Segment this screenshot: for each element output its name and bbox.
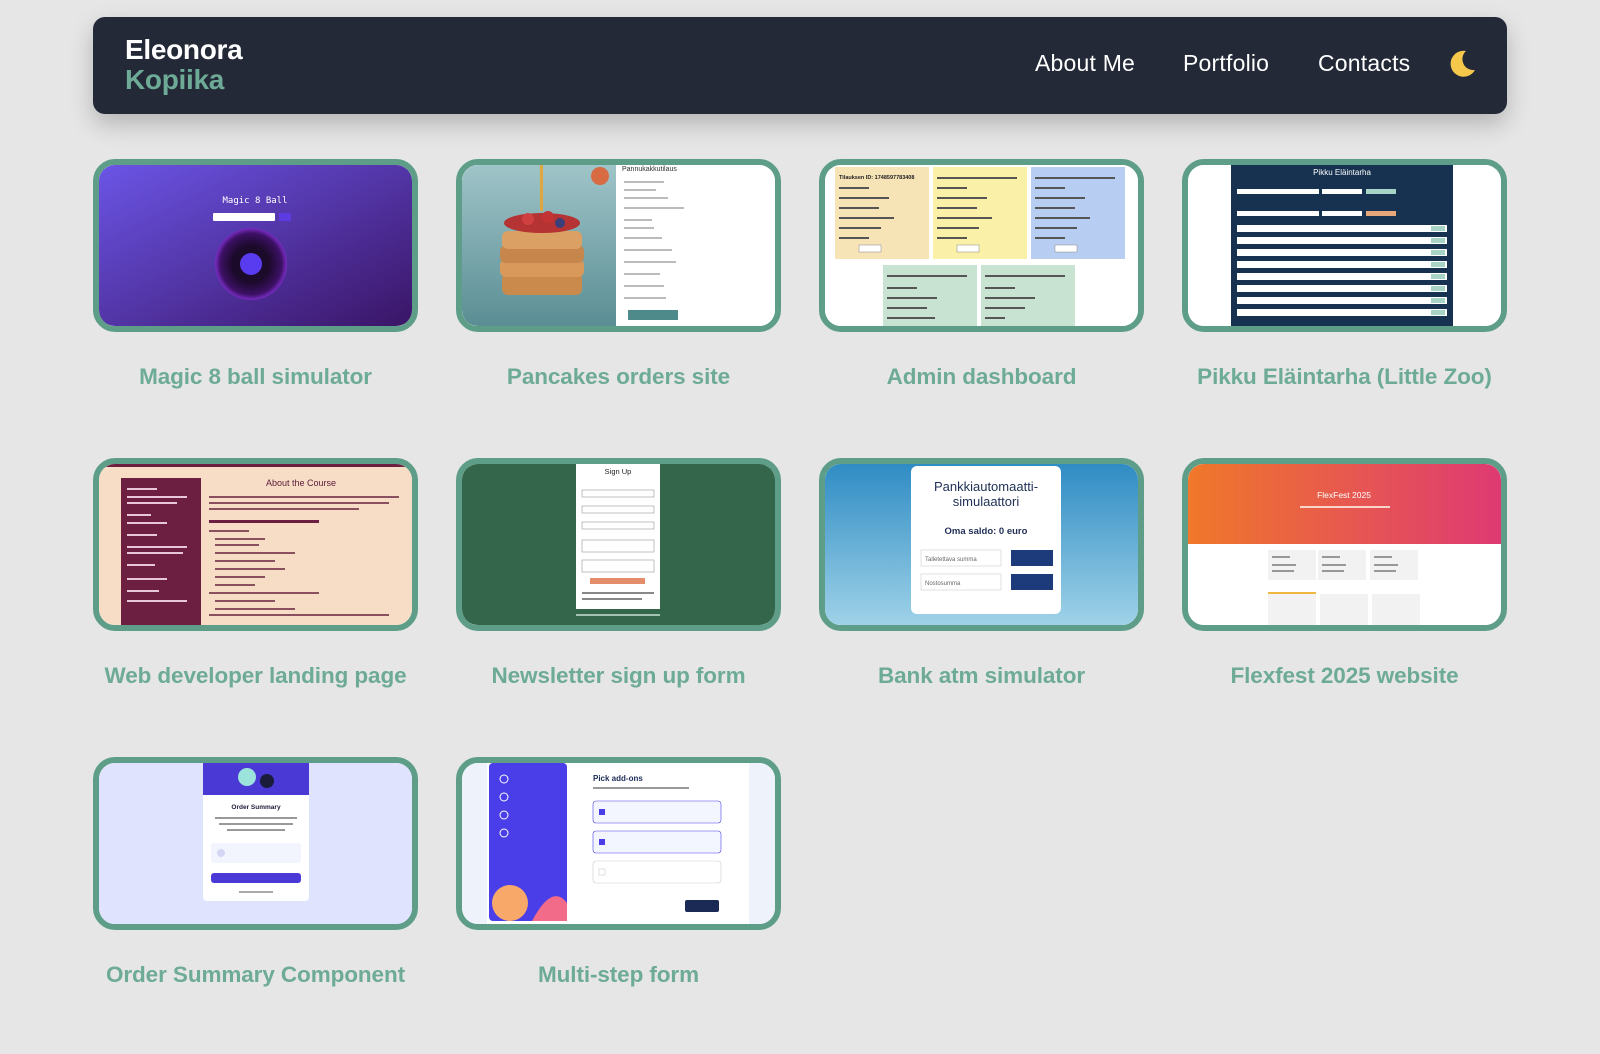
magic-8-ball-preview: Magic 8 Ball xyxy=(99,165,412,326)
nav-link-about[interactable]: About Me xyxy=(1035,50,1135,77)
project-title[interactable]: Newsletter sign up form xyxy=(436,663,801,689)
newsletter-preview: Sign Up xyxy=(462,464,775,625)
project-card-flexfest[interactable]: FlexFest 2025 Flexfest 2025 website xyxy=(1182,458,1507,688)
brand-logo[interactable]: Eleonora Kopiika xyxy=(125,34,243,95)
thumb-balance: Oma saldo: 0 euro xyxy=(945,526,1028,537)
project-title[interactable]: Magic 8 ball simulator xyxy=(73,364,438,390)
brand-first-name: Eleonora xyxy=(125,34,243,65)
project-card-pancakes[interactable]: Pannukakkutilaus Pancakes orders site xyxy=(456,159,781,389)
project-card-newsletter[interactable]: Sign Up Newsletter sign up form xyxy=(456,458,781,688)
project-title[interactable]: Web developer landing page xyxy=(73,663,438,689)
top-navbar: Eleonora Kopiika About Me Portfolio Cont… xyxy=(93,17,1507,114)
project-thumbnail[interactable]: Tilauksen ID: 1748597783408 xyxy=(819,159,1144,332)
thumb-heading: Sign Up xyxy=(605,467,632,476)
project-thumbnail[interactable]: About the Course xyxy=(93,458,418,631)
thumb-heading-line2: simulaattori xyxy=(953,494,1020,509)
project-title[interactable]: Order Summary Component xyxy=(73,962,438,988)
web-dev-landing-preview: About the Course xyxy=(99,464,412,625)
project-title[interactable]: Admin dashboard xyxy=(799,364,1164,390)
thumb-heading: About the Course xyxy=(266,478,336,488)
withdraw-label: Nostosumma xyxy=(925,581,961,587)
project-title[interactable]: Multi-step form xyxy=(436,962,801,988)
project-thumbnail[interactable]: FlexFest 2025 xyxy=(1182,458,1507,631)
project-card-web-dev-landing[interactable]: About the Course Web developer landing p… xyxy=(93,458,418,688)
deposit-label: Talletettava summa xyxy=(925,557,977,563)
project-card-magic-8-ball[interactable]: Magic 8 Ball Magic 8 ball simulator xyxy=(93,159,418,389)
thumb-heading: Pannukakkutilaus xyxy=(622,166,677,173)
little-zoo-preview: Pikku Eläintarha xyxy=(1188,165,1501,326)
order-summary-preview: Order Summary xyxy=(99,763,412,924)
nav-link-portfolio[interactable]: Portfolio xyxy=(1183,50,1269,77)
pancakes-preview: Pannukakkutilaus xyxy=(462,165,775,326)
admin-dashboard-preview: Tilauksen ID: 1748597783408 xyxy=(825,165,1138,326)
thumb-heading: Magic 8 Ball xyxy=(222,196,287,206)
project-card-bank-atm[interactable]: Pankkiautomaatti- simulaattori Oma saldo… xyxy=(819,458,1144,688)
project-title[interactable]: Pancakes orders site xyxy=(436,364,801,390)
bank-atm-preview: Pankkiautomaatti- simulaattori Oma saldo… xyxy=(825,464,1138,625)
nav-link-contacts[interactable]: Contacts xyxy=(1318,50,1410,77)
project-title[interactable]: Pikku Eläintarha (Little Zoo) xyxy=(1162,364,1527,390)
thumb-heading: FlexFest 2025 xyxy=(1317,490,1371,500)
project-thumbnail[interactable]: Pick add-ons xyxy=(456,757,781,930)
project-title[interactable]: Bank atm simulator xyxy=(799,663,1164,689)
flexfest-preview: FlexFest 2025 xyxy=(1188,464,1501,625)
project-thumbnail[interactable]: Pikku Eläintarha xyxy=(1182,159,1507,332)
project-thumbnail[interactable]: Order Summary xyxy=(93,757,418,930)
brand-last-name: Kopiika xyxy=(125,64,225,95)
project-thumbnail[interactable]: Pankkiautomaatti- simulaattori Oma saldo… xyxy=(819,458,1144,631)
thumb-heading: Pikku Eläintarha xyxy=(1313,168,1371,177)
thumb-heading: Order Summary xyxy=(231,804,281,811)
order-id-label: Tilauksen ID: 1748597783408 xyxy=(839,175,914,181)
project-thumbnail[interactable]: Sign Up xyxy=(456,458,781,631)
project-thumbnail[interactable]: Magic 8 Ball xyxy=(93,159,418,332)
project-card-order-summary[interactable]: Order Summary Order Summary Component xyxy=(93,757,418,987)
project-thumbnail[interactable]: Pannukakkutilaus xyxy=(456,159,781,332)
project-title[interactable]: Flexfest 2025 website xyxy=(1162,663,1527,689)
project-card-little-zoo[interactable]: Pikku Eläintarha Pikku Eläintarha (Littl… xyxy=(1182,159,1507,389)
thumb-heading: Pick add-ons xyxy=(593,774,643,783)
project-card-multi-step-form[interactable]: Pick add-ons Multi-step form xyxy=(456,757,781,987)
project-card-admin-dashboard[interactable]: Tilauksen ID: 1748597783408 Admin dashbo… xyxy=(819,159,1144,389)
moon-icon[interactable] xyxy=(1446,48,1478,80)
multi-step-form-preview: Pick add-ons xyxy=(462,763,775,924)
thumb-heading-line1: Pankkiautomaatti- xyxy=(934,479,1038,494)
